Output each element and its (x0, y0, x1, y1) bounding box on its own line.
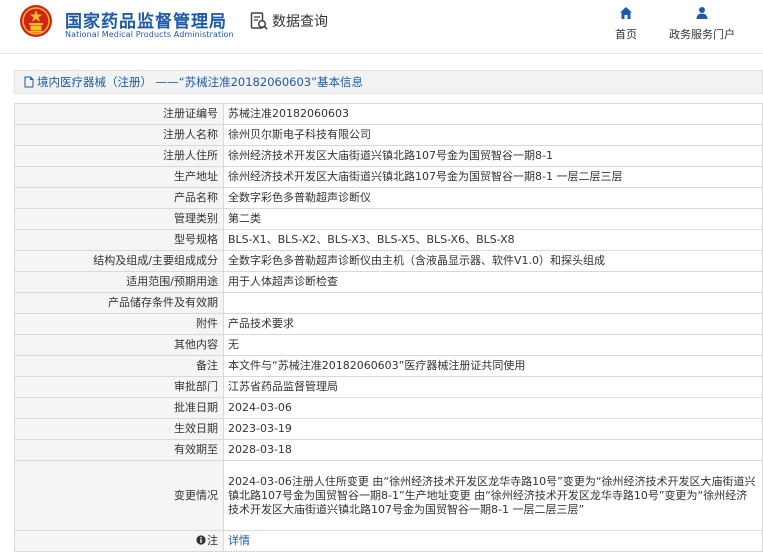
table-row: 生效日期 2023-03-19 (14, 418, 763, 440)
data-query-title[interactable]: 数据查询 (249, 10, 328, 32)
breadcrumb-text: 境内医疗器械（注册） ——“苏械注准20182060603”基本信息 (37, 75, 364, 89)
row-label: 有效期至 (14, 439, 224, 461)
row-label: 型号规格 (14, 229, 224, 251)
row-label: 生产地址 (14, 166, 224, 188)
document-icon (24, 76, 34, 88)
table-row: 产品名称 全数字彩色多普勒超声诊断仪 (14, 187, 763, 209)
table-row: 型号规格 BLS-X1、BLS-X2、BLS-X3、BLS-X5、BLS-X6、… (14, 229, 763, 251)
row-label: 备注 (14, 355, 224, 377)
row-label: 产品储存条件及有效期 (14, 292, 224, 314)
row-value (223, 292, 763, 314)
table-row-note: 注 详情 (14, 530, 763, 552)
home-icon (620, 7, 632, 19)
row-value: 本文件与“苏械注准20182060603”医疗器械注册证共同使用 (223, 355, 763, 377)
row-label: 注册证编号 (14, 103, 224, 125)
brand-name-en: National Medical Products Administration (65, 30, 234, 39)
table-row: 其他内容 无 (14, 334, 763, 356)
row-label: 结构及组成/主要组成成分 (14, 250, 224, 272)
table-row: 附件 产品技术要求 (14, 313, 763, 335)
site-header: 国家药品监督管理局 National Medical Products Admi… (0, 0, 763, 54)
table-row: 注册人住所 徐州经济技术开发区大庙街道兴镇北路107号金为国贸智谷一期8-1 (14, 145, 763, 167)
nav-service-portal-label: 政务服务门户 (669, 28, 735, 41)
breadcrumb: 境内医疗器械（注册） ——“苏械注准20182060603”基本信息 (14, 70, 763, 94)
row-value: 徐州贝尔斯电子科技有限公司 (223, 124, 763, 146)
brand-name-cn: 国家药品监督管理局 (65, 12, 227, 32)
row-value: BLS-X1、BLS-X2、BLS-X3、BLS-X5、BLS-X6、BLS-X… (223, 229, 763, 251)
row-value: 2023-03-19 (223, 418, 763, 440)
row-value: 徐州经济技术开发区大庙街道兴镇北路107号金为国贸智谷一期8-1 一层二层三层 (223, 166, 763, 188)
row-label: 审批部门 (14, 376, 224, 398)
table-row: 产品储存条件及有效期 (14, 292, 763, 314)
user-icon (696, 7, 708, 19)
row-label: 注册人住所 (14, 145, 224, 167)
row-value: 苏械注准20182060603 (223, 103, 763, 125)
table-row: 生产地址 徐州经济技术开发区大庙街道兴镇北路107号金为国贸智谷一期8-1 一层… (14, 166, 763, 188)
info-icon (196, 535, 206, 545)
row-label: 批准日期 (14, 397, 224, 419)
details-link[interactable]: 详情 (228, 534, 250, 547)
note-label-text: 注 (207, 534, 218, 547)
table-row: 备注 本文件与“苏械注准20182060603”医疗器械注册证共同使用 (14, 355, 763, 377)
national-emblem-icon (20, 5, 52, 37)
note-value: 详情 (223, 530, 763, 552)
nav-service-portal[interactable]: 政务服务门户 (662, 6, 742, 42)
row-label: 管理类别 (14, 208, 224, 230)
row-value: 2024-03-06 (223, 397, 763, 419)
document-search-icon (250, 12, 268, 30)
row-value: 无 (223, 334, 763, 356)
row-value: 江苏省药品监督管理局 (223, 376, 763, 398)
table-row: 注册人名称 徐州贝尔斯电子科技有限公司 (14, 124, 763, 146)
row-value: 徐州经济技术开发区大庙街道兴镇北路107号金为国贸智谷一期8-1 (223, 145, 763, 167)
row-value: 用于人体超声诊断检查 (223, 271, 763, 293)
row-value: 产品技术要求 (223, 313, 763, 335)
table-row: 管理类别 第二类 (14, 208, 763, 230)
row-value: 2024-03-06注册人住所变更 由“徐州经济技术开发区龙华寺路10号”变更为… (223, 460, 763, 531)
table-row: 注册证编号 苏械注准20182060603 (14, 103, 763, 125)
table-row: 批准日期 2024-03-06 (14, 397, 763, 419)
row-value: 第二类 (223, 208, 763, 230)
table-row: 结构及组成/主要组成成分 全数字彩色多普勒超声诊断仪由主机（含液晶显示器、软件V… (14, 250, 763, 272)
row-label: 适用范围/预期用途 (14, 271, 224, 293)
registration-info-table: 注册证编号 苏械注准20182060603 注册人名称 徐州贝尔斯电子科技有限公… (14, 103, 763, 552)
table-row: 变更情况 2024-03-06注册人住所变更 由“徐州经济技术开发区龙华寺路10… (14, 460, 763, 531)
note-label: 注 (14, 530, 224, 552)
table-row: 审批部门 江苏省药品监督管理局 (14, 376, 763, 398)
nav-home-label: 首页 (615, 28, 637, 41)
row-label: 生效日期 (14, 418, 224, 440)
row-label: 产品名称 (14, 187, 224, 209)
row-value: 2028-03-18 (223, 439, 763, 461)
row-label: 附件 (14, 313, 224, 335)
nav-home[interactable]: 首页 (586, 6, 666, 42)
row-value: 全数字彩色多普勒超声诊断仪 (223, 187, 763, 209)
row-value: 全数字彩色多普勒超声诊断仪由主机（含液晶显示器、软件V1.0）和探头组成 (223, 250, 763, 272)
row-label: 其他内容 (14, 334, 224, 356)
table-row: 有效期至 2028-03-18 (14, 439, 763, 461)
row-label: 变更情况 (14, 460, 224, 531)
row-label: 注册人名称 (14, 124, 224, 146)
data-query-label: 数据查询 (272, 14, 328, 30)
table-row: 适用范围/预期用途 用于人体超声诊断检查 (14, 271, 763, 293)
